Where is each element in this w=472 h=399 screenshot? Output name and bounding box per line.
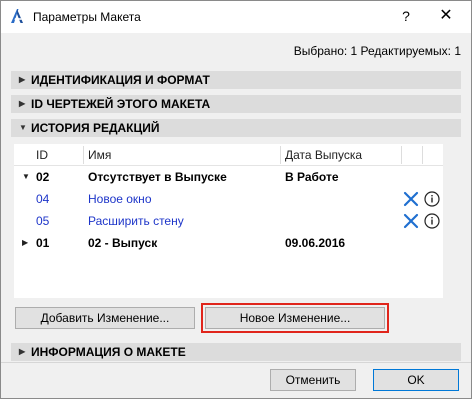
column-header-name[interactable]: Имя <box>88 144 111 166</box>
column-header-date[interactable]: Дата Выпуска <box>285 144 362 166</box>
column-header-id[interactable]: ID <box>36 144 48 166</box>
table-row[interactable]: 05 Расширить стену <box>14 210 443 232</box>
section-identification[interactable]: ▶ ИДЕНТИФИКАЦИЯ И ФОРМАТ <box>11 71 461 89</box>
cell-name: Расширить стену <box>88 214 184 228</box>
table-row[interactable]: ▼ 02 Отсутствует в Выпуске В Работе <box>14 166 443 188</box>
cell-id: 01 <box>36 236 50 250</box>
expand-arrow-icon: ▶ <box>19 99 26 108</box>
section-label: ИСТОРИЯ РЕДАКЦИЙ <box>31 121 160 135</box>
cell-id: 05 <box>36 214 50 228</box>
cell-name: Новое окно <box>88 192 152 206</box>
section-layout-info[interactable]: ▶ ИНФОРМАЦИЯ О МАКЕТЕ <box>11 343 461 361</box>
cancel-button[interactable]: Отменить <box>270 369 356 391</box>
archicad-app-icon <box>11 9 23 23</box>
add-change-button[interactable]: Добавить Изменение... <box>15 307 195 329</box>
selection-info: Выбрано: 1 Редактируемых: 1 <box>293 44 461 58</box>
cell-date: 09.06.2016 <box>285 236 346 250</box>
cell-id: 02 <box>36 170 50 184</box>
section-drawing-ids[interactable]: ▶ ID ЧЕРТЕЖЕЙ ЭТОГО МАКЕТА <box>11 95 461 113</box>
section-revision-history[interactable]: ▼ ИСТОРИЯ РЕДАКЦИЙ <box>11 119 461 137</box>
table-row[interactable]: 04 Новое окно <box>14 188 443 210</box>
info-icon[interactable] <box>424 191 440 207</box>
footer-divider <box>1 362 471 363</box>
section-label: ИНФОРМАЦИЯ О МАКЕТЕ <box>31 345 186 359</box>
collapse-arrow-icon: ▼ <box>19 123 27 132</box>
info-icon[interactable] <box>424 213 440 229</box>
cell-name: 02 - Выпуск <box>88 236 158 250</box>
table-side-rail <box>443 144 459 298</box>
expand-arrow-icon: ▶ <box>19 347 26 356</box>
cell-name: Отсутствует в Выпуске <box>88 170 227 184</box>
help-button[interactable]: ? <box>391 3 421 29</box>
table-header-row: ID Имя Дата Выпуска <box>14 144 443 166</box>
revision-table: ID Имя Дата Выпуска ▼ 02 Отсутствует в В… <box>14 144 443 298</box>
table-row[interactable]: ▶ 01 02 - Выпуск 09.06.2016 <box>14 232 443 254</box>
cell-date: В Работе <box>285 170 339 184</box>
expand-arrow-icon: ▶ <box>19 75 26 84</box>
section-label: ID ЧЕРТЕЖЕЙ ЭТОГО МАКЕТА <box>31 97 211 111</box>
window-title: Параметры Макета <box>33 10 141 24</box>
ok-button[interactable]: OK <box>373 369 459 391</box>
layout-settings-dialog: Параметры Макета ? ✕ Выбрано: 1 Редактир… <box>0 0 472 399</box>
title-bar: Параметры Макета ? ✕ <box>1 1 471 33</box>
delete-x-icon[interactable] <box>403 213 419 229</box>
cell-id: 04 <box>36 192 50 206</box>
section-label: ИДЕНТИФИКАЦИЯ И ФОРМАТ <box>31 73 210 87</box>
close-button[interactable]: ✕ <box>429 3 463 29</box>
delete-x-icon[interactable] <box>403 191 419 207</box>
expand-arrow-icon[interactable]: ▶ <box>22 232 28 254</box>
new-change-button[interactable]: Новое Изменение... <box>205 307 385 329</box>
collapse-arrow-icon[interactable]: ▼ <box>22 166 30 188</box>
